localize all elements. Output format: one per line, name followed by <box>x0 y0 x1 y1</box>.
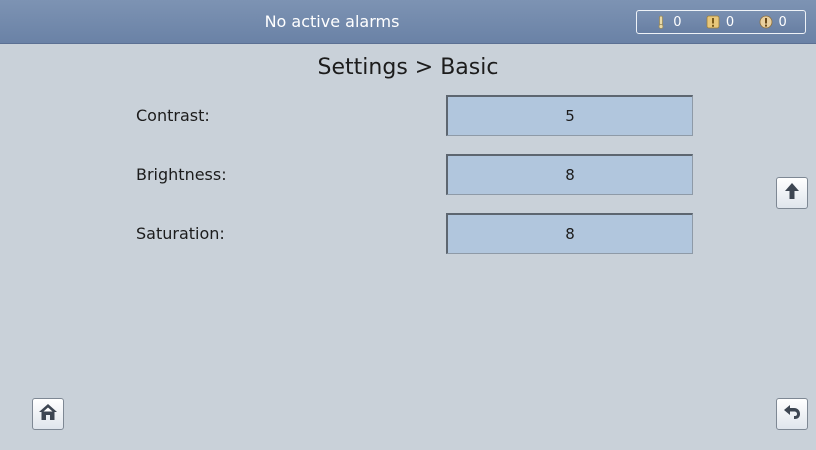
contrast-label: Contrast: <box>136 106 210 125</box>
page-title: Settings > Basic <box>317 55 499 80</box>
saturation-field[interactable]: 8 <box>446 213 693 254</box>
alarm-status-text[interactable]: No active alarms <box>0 0 664 43</box>
arrow-up-icon <box>784 182 800 204</box>
back-button[interactable] <box>776 398 808 430</box>
critical-alarm-icon <box>759 15 773 29</box>
alarm-counters[interactable]: 0 0 0 <box>636 10 806 34</box>
contrast-field[interactable]: 5 <box>446 95 693 136</box>
brightness-label: Brightness: <box>136 165 227 184</box>
home-icon <box>38 403 58 425</box>
status-bar: No active alarms 0 0 0 <box>0 0 816 44</box>
minor-alarm-icon <box>655 15 667 29</box>
brightness-field[interactable]: 8 <box>446 154 693 195</box>
major-alarm-count: 0 <box>725 14 735 30</box>
back-arrow-icon <box>782 403 802 425</box>
critical-alarm-count: 0 <box>778 14 787 30</box>
minor-alarm-count: 0 <box>673 14 682 30</box>
minor-alarm-counter[interactable]: 0 <box>655 15 681 30</box>
scroll-up-button[interactable] <box>776 177 808 209</box>
major-alarm-counter[interactable]: 0 <box>706 15 734 30</box>
major-alarm-icon <box>706 15 720 29</box>
home-button[interactable] <box>32 398 64 430</box>
critical-alarm-counter[interactable]: 0 <box>759 15 787 30</box>
saturation-label: Saturation: <box>136 224 225 243</box>
